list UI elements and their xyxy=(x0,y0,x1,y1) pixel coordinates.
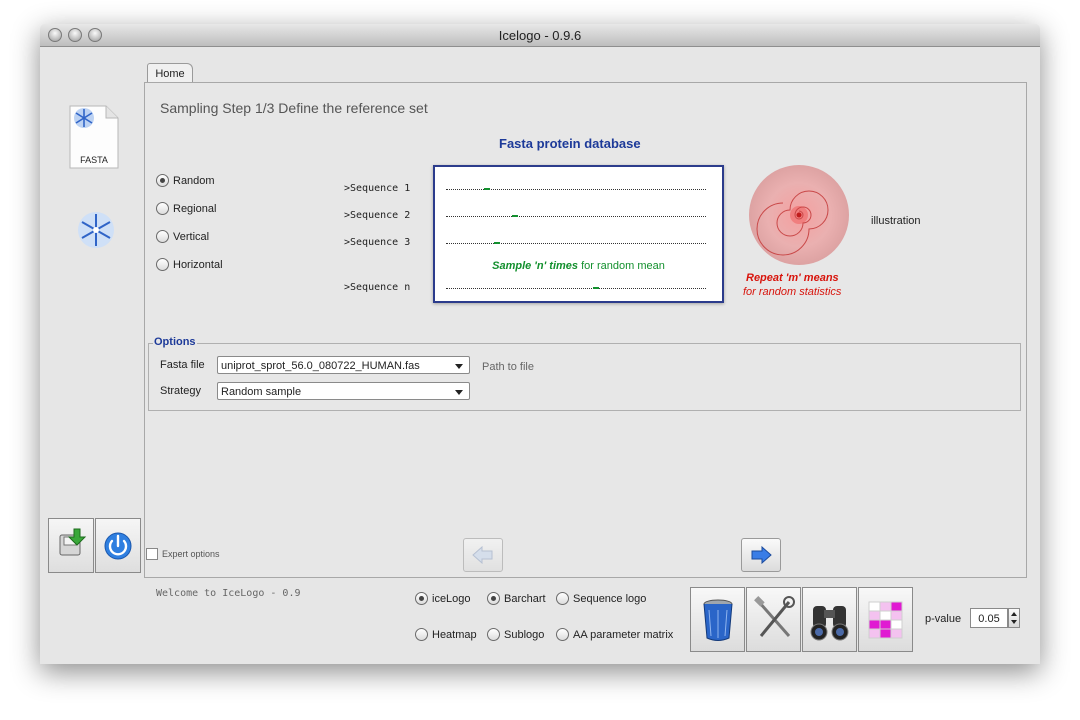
fasta-database-header: Fasta protein database xyxy=(499,136,641,151)
radio-button[interactable] xyxy=(556,628,569,641)
title-bar: Icelogo - 0.9.6 xyxy=(40,24,1040,47)
repeat-text: Repeat 'm' means xyxy=(746,272,839,284)
sampling-option-horizontal[interactable]: Horizontal xyxy=(156,258,223,271)
sample-instruction: Sample 'n' times for random mean xyxy=(492,260,665,272)
random-statistics-text: for random statistics xyxy=(743,286,842,298)
option-heatmap[interactable]: Heatmap xyxy=(415,628,477,641)
options-legend: Options xyxy=(153,336,197,348)
app-window: Icelogo - 0.9.6 FASTA Home Sampling Step… xyxy=(40,24,1040,664)
back-button[interactable] xyxy=(463,538,503,572)
sampling-option-regional[interactable]: Regional xyxy=(156,202,216,215)
clear-button[interactable] xyxy=(690,587,745,652)
chevron-down-icon xyxy=(455,364,463,369)
binoculars-icon xyxy=(810,606,849,641)
sampling-option-random[interactable]: Random xyxy=(156,174,215,187)
pvalue-spinner[interactable] xyxy=(1008,608,1020,628)
tools-icon xyxy=(754,596,795,637)
radio-button[interactable] xyxy=(156,202,169,215)
option-icelogo[interactable]: iceLogo xyxy=(415,592,471,605)
spinner-arrows-icon xyxy=(1011,612,1017,624)
illustration-label: illustration xyxy=(871,215,921,227)
radio-button[interactable] xyxy=(156,174,169,187)
sampling-option-vertical[interactable]: Vertical xyxy=(156,230,209,243)
pvalue-input[interactable]: 0.05 xyxy=(970,608,1008,628)
strategy-select[interactable]: Random sample xyxy=(217,382,470,400)
save-button[interactable] xyxy=(48,518,94,573)
main-panel: Sampling Step 1/3 Define the reference s… xyxy=(144,82,1027,578)
sequence-diagram: Sample 'n' times for random mean xyxy=(433,165,724,303)
sequence-line xyxy=(446,288,706,289)
heatmap-icon xyxy=(868,601,903,639)
path-to-file-label: Path to file xyxy=(482,361,534,373)
tools-button[interactable] xyxy=(746,587,801,652)
sample-marker xyxy=(512,215,518,217)
next-button[interactable] xyxy=(741,538,781,572)
option-aa-parameter-matrix[interactable]: AA parameter matrix xyxy=(556,628,673,641)
window-title: Icelogo - 0.9.6 xyxy=(498,28,582,43)
sample-marker xyxy=(593,287,599,289)
sequence-label: >Sequence 2 xyxy=(344,210,411,221)
matrix-button[interactable] xyxy=(858,587,913,652)
illustration-image xyxy=(749,165,849,265)
option-barchart[interactable]: Barchart xyxy=(487,592,546,605)
option-sequence-logo[interactable]: Sequence logo xyxy=(556,592,646,605)
snowflake-icon[interactable] xyxy=(72,204,116,252)
sample-marker xyxy=(484,188,490,190)
strategy-label: Strategy xyxy=(160,385,201,397)
fasta-icon-label: FASTA xyxy=(80,155,108,165)
sequence-label: >Sequence 1 xyxy=(344,183,411,194)
radio-button[interactable] xyxy=(556,592,569,605)
sequence-label: >Sequence n xyxy=(344,282,411,293)
welcome-message: Welcome to IceLogo - 0.9 xyxy=(156,588,301,599)
sequence-line xyxy=(446,243,706,244)
step-title: Sampling Step 1/3 Define the reference s… xyxy=(160,100,428,116)
chevron-down-icon xyxy=(455,390,463,395)
pvalue-label: p-value xyxy=(925,613,962,625)
radio-button[interactable] xyxy=(156,230,169,243)
fasta-file-icon[interactable]: FASTA xyxy=(68,104,120,170)
fasta-file-label: Fasta file xyxy=(160,359,205,371)
search-button[interactable] xyxy=(802,587,857,652)
radio-button[interactable] xyxy=(415,592,428,605)
radio-button[interactable] xyxy=(487,592,500,605)
radio-button[interactable] xyxy=(156,258,169,271)
tab-home[interactable]: Home xyxy=(147,63,193,84)
expert-options-checkbox[interactable] xyxy=(146,548,158,560)
expert-options[interactable]: Expert options xyxy=(146,548,220,560)
sequence-line xyxy=(446,216,706,217)
trash-can-icon xyxy=(703,599,733,641)
radio-button[interactable] xyxy=(415,628,428,641)
sample-marker xyxy=(494,242,500,244)
radio-button[interactable] xyxy=(487,628,500,641)
option-sublogo[interactable]: Sublogo xyxy=(487,628,544,641)
sequence-label: >Sequence 3 xyxy=(344,237,411,248)
power-button[interactable] xyxy=(95,518,141,573)
fasta-file-select[interactable]: uniprot_sprot_56.0_080722_HUMAN.fas xyxy=(217,356,470,374)
